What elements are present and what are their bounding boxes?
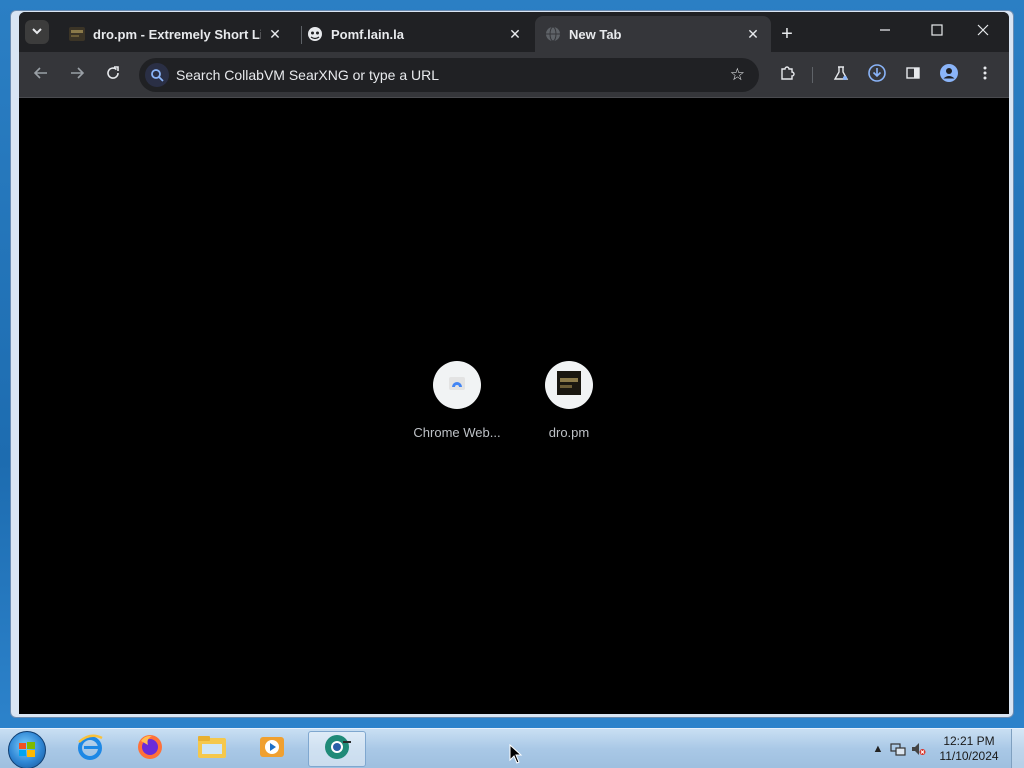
- new-tab-button[interactable]: +: [775, 22, 799, 46]
- close-icon[interactable]: ✕: [267, 26, 283, 42]
- avatar-icon: [939, 63, 959, 88]
- arrow-right-icon: [69, 65, 85, 86]
- shortcut-icon-circle: [433, 361, 481, 409]
- search-engine-icon: [145, 63, 169, 87]
- minimize-icon: [879, 23, 891, 41]
- chrome-web-store-icon: [447, 373, 467, 398]
- browser-chrome: dro.pm - Extremely Short Links ✕ Pomf.la…: [19, 12, 1009, 714]
- extensions-button[interactable]: [775, 63, 799, 87]
- start-button[interactable]: [8, 731, 46, 768]
- taskbar-firefox[interactable]: [124, 731, 176, 767]
- clock-date: 11/10/2024: [939, 749, 999, 763]
- firefox-icon: [135, 732, 165, 767]
- chromium-browser-icon: [321, 732, 353, 767]
- shortcut-chrome-web-store[interactable]: Chrome Web...: [409, 361, 505, 440]
- more-vertical-icon: [977, 65, 993, 86]
- tab-strip: dro.pm - Extremely Short Links ✕ Pomf.la…: [19, 12, 1009, 52]
- mouse-cursor-icon: [509, 744, 523, 764]
- dro-pm-icon: [557, 370, 581, 400]
- address-placeholder: Search CollabVM SearXNG or type a URL: [176, 67, 439, 83]
- puzzle-icon: [779, 65, 795, 86]
- arrow-left-icon: [33, 65, 49, 86]
- tab-title: dro.pm - Extremely Short Links: [93, 26, 261, 42]
- side-panel-icon: [905, 65, 921, 86]
- side-panel-button[interactable]: [901, 63, 925, 87]
- tab-new-tab[interactable]: New Tab ✕: [535, 16, 771, 52]
- show-desktop-button[interactable]: [1011, 729, 1024, 768]
- media-player-icon: [257, 732, 287, 767]
- shortcut-icon-circle: [545, 361, 593, 409]
- windows-logo-icon: [19, 742, 35, 757]
- clock-time: 12:21 PM: [943, 734, 995, 748]
- tab-title: New Tab: [569, 26, 622, 42]
- globe-icon: [545, 26, 561, 42]
- bookmark-star-icon[interactable]: ☆: [730, 65, 745, 85]
- tab-dro-pm[interactable]: dro.pm - Extremely Short Links ✕: [59, 16, 293, 52]
- taskbar-chromium[interactable]: [308, 731, 366, 767]
- downloads-button[interactable]: [865, 63, 889, 87]
- tab-title: Pomf.lain.la: [331, 26, 404, 42]
- system-tray: ▲ 12:21 PM 11/10/2024: [864, 729, 1024, 768]
- internet-explorer-icon: [75, 732, 105, 767]
- volume-muted-icon[interactable]: [910, 741, 926, 757]
- back-button[interactable]: [29, 63, 53, 87]
- shortcut-label: dro.pm: [548, 425, 590, 440]
- browser-window: dro.pm - Extremely Short Links ✕ Pomf.la…: [10, 10, 1014, 718]
- dro-pm-favicon: [69, 26, 85, 42]
- toolbar-divider: [812, 67, 813, 83]
- chevron-down-icon: [31, 25, 43, 40]
- clock[interactable]: 12:21 PM 11/10/2024: [936, 734, 1002, 764]
- reload-icon: [105, 65, 121, 86]
- flask-icon: [833, 65, 849, 86]
- taskbar-internet-explorer[interactable]: [64, 731, 116, 767]
- pomf-favicon: [307, 26, 323, 42]
- close-icon[interactable]: ✕: [507, 26, 523, 42]
- browser-toolbar: Search CollabVM SearXNG or type a URL ☆: [19, 52, 1009, 98]
- tab-pomf[interactable]: Pomf.lain.la ✕: [297, 16, 533, 52]
- shortcut-label: Chrome Web...: [413, 425, 501, 440]
- minimize-button[interactable]: [865, 20, 905, 44]
- forward-button[interactable]: [65, 63, 89, 87]
- tab-search-button[interactable]: [25, 20, 49, 44]
- taskbar-media-player[interactable]: [246, 731, 298, 767]
- close-window-button[interactable]: [963, 20, 1003, 44]
- menu-button[interactable]: [973, 63, 997, 87]
- reload-button[interactable]: [101, 63, 125, 87]
- labs-button[interactable]: [829, 63, 853, 87]
- profile-button[interactable]: [937, 63, 961, 87]
- show-hidden-icons-icon[interactable]: ▲: [870, 741, 886, 757]
- file-explorer-icon: [196, 732, 228, 767]
- download-icon: [867, 63, 887, 88]
- taskbar-file-explorer[interactable]: [186, 731, 238, 767]
- close-icon[interactable]: ✕: [745, 26, 761, 42]
- plus-icon: +: [781, 22, 793, 45]
- shortcut-dro-pm[interactable]: dro.pm: [521, 361, 617, 440]
- network-icon[interactable]: [890, 741, 906, 757]
- maximize-button[interactable]: [917, 20, 957, 44]
- close-icon: [977, 23, 989, 41]
- maximize-icon: [931, 23, 943, 41]
- new-tab-page: Chrome Web... dro.pm: [19, 98, 1009, 714]
- address-bar[interactable]: Search CollabVM SearXNG or type a URL ☆: [139, 58, 759, 92]
